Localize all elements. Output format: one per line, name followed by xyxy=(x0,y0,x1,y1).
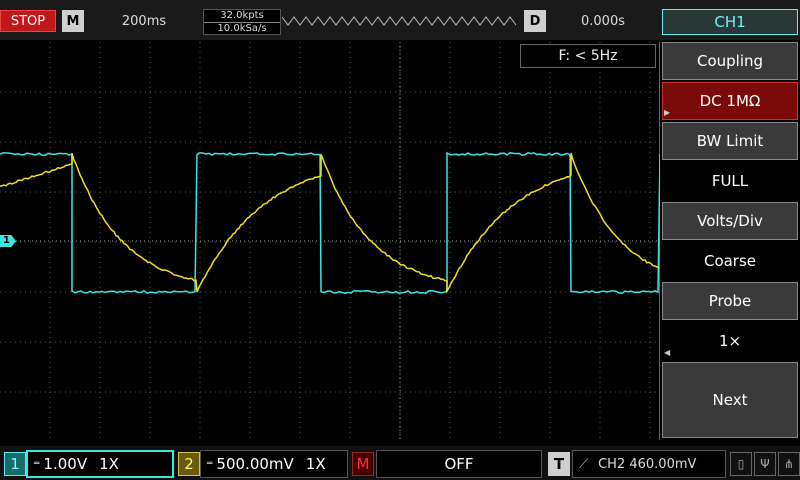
trigger-label[interactable]: T xyxy=(548,452,570,476)
ch1-trace xyxy=(0,153,660,293)
menu-title-ch1: CH1 xyxy=(662,9,798,35)
sample-rate: 10.0kSa/s xyxy=(204,22,280,35)
delay-label: D xyxy=(524,10,546,32)
trigger-level: CH2 460.00mV xyxy=(598,457,696,472)
memory-overview-waveform xyxy=(282,14,520,28)
acquisition-info: 32.0kpts 10.0kSa/s xyxy=(203,9,281,35)
ramp-icon: ═ xyxy=(207,459,212,469)
coupling-menu-header[interactable]: Coupling xyxy=(662,42,798,80)
probe-value-button[interactable]: 1× xyxy=(662,322,798,360)
waveform-graticule xyxy=(0,42,660,440)
ch2-probe: 1X xyxy=(306,455,326,473)
usb-icon: Ψ xyxy=(754,452,776,476)
bw-limit-value-button[interactable]: FULL xyxy=(662,162,798,200)
ch2-scale-box[interactable]: ═ 500.00mV 1X xyxy=(200,450,348,478)
coupling-value-button[interactable]: DC 1MΩ xyxy=(662,82,798,120)
math-label[interactable]: M xyxy=(352,452,374,476)
trigger-info-box[interactable]: ⟋ CH2 460.00mV xyxy=(572,450,726,478)
timebase-readout[interactable]: 200ms xyxy=(86,10,202,32)
ch2-volts-div: 500.00mV xyxy=(216,455,293,473)
ch1-number[interactable]: 1 xyxy=(4,452,26,476)
run-stop-indicator[interactable]: STOP xyxy=(0,10,56,32)
math-status[interactable]: OFF xyxy=(376,450,542,478)
caret-right-icon: ▶ xyxy=(664,108,670,117)
memory-depth: 32.0kpts xyxy=(204,10,280,22)
frequency-counter: F: < 5Hz xyxy=(520,44,656,68)
network-icon: ⋔ xyxy=(778,452,800,476)
probe-menu-header[interactable]: Probe xyxy=(662,282,798,320)
volts-div-value-button[interactable]: Coarse xyxy=(662,242,798,280)
usb-drive-icon: ▯ xyxy=(730,452,752,476)
bw-limit-menu-header[interactable]: BW Limit xyxy=(662,122,798,160)
ch2-number[interactable]: 2 xyxy=(178,452,200,476)
ch2-trace xyxy=(0,153,659,292)
volts-div-menu-header[interactable]: Volts/Div xyxy=(662,202,798,240)
waveform-display[interactable] xyxy=(0,42,660,440)
delay-readout[interactable]: 0.000s xyxy=(548,10,658,32)
ch1-probe: 1X xyxy=(99,455,119,473)
next-page-button[interactable]: Next xyxy=(662,362,798,438)
caret-left-icon: ◀ xyxy=(664,348,670,357)
ch1-volts-div: 1.00V xyxy=(43,455,87,473)
ramp-icon: ═ xyxy=(34,459,39,469)
ch1-scale-box[interactable]: ═ 1.00V 1X xyxy=(26,450,174,478)
mode-label: M xyxy=(62,10,84,32)
trigger-edge-icon: ⟋ xyxy=(579,457,588,472)
